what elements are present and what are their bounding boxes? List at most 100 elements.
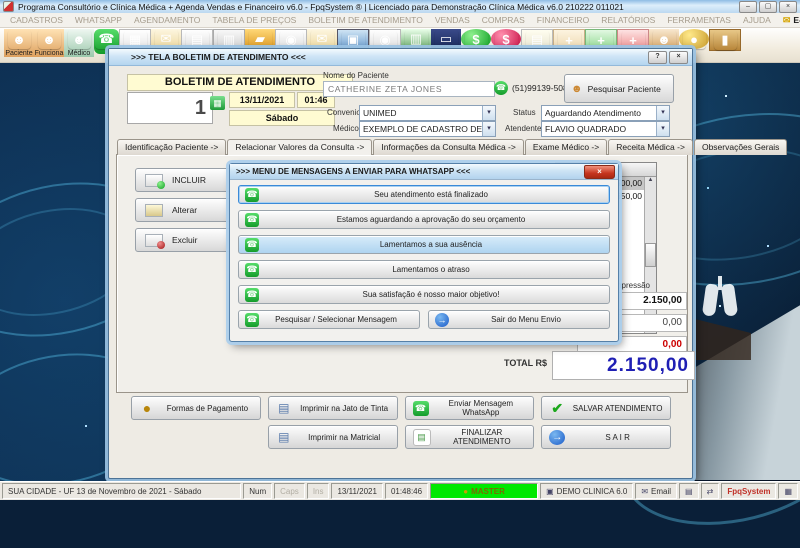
record-icon xyxy=(145,203,163,217)
medico-icon[interactable]: ☻ Médico xyxy=(64,29,94,57)
status-time: 01:48:46 xyxy=(384,483,429,499)
menu-boletim-de-atendimento[interactable]: BOLETIM DE ATENDIMENTO xyxy=(302,15,428,25)
convenio-label: Convenio xyxy=(327,108,361,117)
maximize-button[interactable]: ▢ xyxy=(759,1,777,13)
medico-select[interactable]: EXEMPLO DE CADASTRO DE MÉDICO xyxy=(359,121,496,137)
formas-pagamento-button[interactable]: ● Formas de Pagamento xyxy=(131,396,261,420)
whatsapp-messages-dialog: >>> MENU DE MENSAGENS A ENVIAR PARA WHAT… xyxy=(229,163,619,342)
status-select[interactable]: Aguardando Atendimento xyxy=(541,105,670,121)
status-icon: ▦ xyxy=(784,486,792,496)
dinheiro-icon[interactable]: ▥ xyxy=(401,29,431,49)
menu-financeiro[interactable]: FINANCEIRO xyxy=(531,15,595,25)
funcionario-icon[interactable]: ☻ Funciona xyxy=(34,29,64,57)
tab-exame-medico[interactable]: Exame Médico -> xyxy=(524,139,608,155)
minimize-button[interactable]: – xyxy=(739,1,757,13)
whatsapp-icon: ☎ xyxy=(245,312,259,327)
convenio-select[interactable]: UNIMED xyxy=(359,105,496,121)
sair-icon[interactable]: ▮ xyxy=(709,29,741,51)
correio2-icon[interactable]: ✉ xyxy=(307,29,337,49)
scroll-up-icon[interactable]: ▲ xyxy=(648,177,654,183)
finalizar-atendimento-button[interactable]: ▤ FINALIZAR ATENDIMENTO xyxy=(404,425,535,449)
status-location: SUA CIDADE - UF 13 de Novembro de 2021 -… xyxy=(2,483,242,499)
imprimir-matricial-button[interactable]: ▤ Imprimir na Matricial xyxy=(267,425,398,449)
tab-relacionar-valores[interactable]: Relacionar Valores da Consulta -> xyxy=(227,139,373,155)
enviar-whatsapp-button[interactable]: ☎ Enviar Mensagem WhatsApp xyxy=(404,396,535,420)
whatsapp-icon: ☎ xyxy=(245,287,259,302)
wallpaper-stars xyxy=(725,95,727,97)
menu-compras[interactable]: COMPRAS xyxy=(476,15,531,25)
statusbar: SUA CIDADE - UF 13 de Novembro de 2021 -… xyxy=(0,481,800,500)
patient-name-label: Nome do Paciente xyxy=(323,71,389,80)
tab-strip: Identificação Paciente -> Relacionar Valo… xyxy=(117,139,788,155)
scroll-thumb[interactable] xyxy=(645,243,656,267)
msg-lamentamos-ausencia-button[interactable]: ☎ Lamentamos a sua ausência xyxy=(238,235,610,254)
menu-vendas[interactable]: VENDAS xyxy=(429,15,476,25)
imprimir-jato-button[interactable]: ▤ Imprimir na Jato de Tinta xyxy=(267,396,398,420)
status-user-master: ● MASTER xyxy=(430,483,539,499)
tab-informacoes-consulta[interactable]: Informações da Consulta Médica -> xyxy=(373,139,524,155)
patient-name-input[interactable]: CATHERINE ZETA JONES xyxy=(323,81,495,97)
boletim-number-field[interactable]: 1 xyxy=(127,92,213,124)
weekday-field: Sábado xyxy=(229,110,335,126)
relatorio-icon[interactable]: ☻ xyxy=(649,29,679,49)
status-ins: Ins xyxy=(306,483,330,499)
window-titlebar[interactable]: >>> TELA BOLETIM DE ATENDIMENTO <<< ? × xyxy=(109,49,692,66)
msg-satisfacao-button[interactable]: ☎ Sua satisfação é nosso maior objetivo! xyxy=(238,285,610,304)
status-icon: ▣ xyxy=(546,486,554,496)
atendente-label: Atendente xyxy=(505,124,542,133)
sair-menu-envio-button[interactable]: → Sair do Menu Envio xyxy=(428,310,610,329)
menu-email[interactable]: ✉E-MAIL xyxy=(777,15,800,26)
atendente-select[interactable]: FLAVIO QUADRADO xyxy=(541,121,670,137)
action-icon: ▤ xyxy=(412,428,431,446)
menu-tabela-de-precos[interactable]: TABELA DE PREÇOS xyxy=(206,15,302,25)
correio-icon[interactable]: ✉ xyxy=(151,29,181,49)
grand-total-value: 2.150,00 xyxy=(552,351,695,380)
excluir-button[interactable]: Excluir xyxy=(135,228,243,252)
dialog-title: >>> MENU DE MENSAGENS A ENVIAR PARA WHAT… xyxy=(236,167,471,176)
msg-lamentamos-atraso-button[interactable]: ☎ Lamentamos o atraso xyxy=(238,260,610,279)
action-icon: ☎ xyxy=(412,400,429,416)
pesquisar-mensagem-button[interactable]: ☎ Pesquisar / Selecionar Mensagem xyxy=(238,310,420,329)
tab-receita-medica[interactable]: Receita Médica -> xyxy=(608,139,693,155)
pesquisar-paciente-button[interactable]: ☻ Pesquisar Paciente xyxy=(564,74,674,103)
paciente-icon[interactable]: ☻ Paciente xyxy=(4,29,34,57)
action-icon: → xyxy=(549,429,566,445)
cartao-icon[interactable]: ▭ xyxy=(431,29,461,49)
tab-observacoes-gerais[interactable]: Observações Gerais xyxy=(693,139,788,155)
status-badge-icon: ▦ xyxy=(778,483,798,499)
pasta-icon[interactable]: ▰ xyxy=(245,29,275,49)
tab-identificacao-paciente[interactable]: Identificação Paciente -> xyxy=(117,139,227,155)
menu-ferramentas[interactable]: FERRAMENTAS xyxy=(661,15,737,25)
whatsapp-phone-icon[interactable]: ☎ xyxy=(494,81,508,95)
action-icon: ▤ xyxy=(278,430,290,444)
despesas-icon[interactable]: $ xyxy=(491,29,521,49)
close-button[interactable]: × xyxy=(779,1,797,13)
whatsapp-icon: ☎ xyxy=(245,212,259,227)
menu-ajuda[interactable]: AJUDA xyxy=(737,15,777,25)
status-num: Num xyxy=(243,483,273,499)
menu-cadastros[interactable]: CADASTROS xyxy=(4,15,69,25)
moeda-icon[interactable]: ● xyxy=(679,29,709,49)
dialog-close-button[interactable]: × xyxy=(584,165,615,179)
bottom-actions: ● Formas de Pagamento ▤ Imprimir na Jato de… xyxy=(131,396,671,449)
people-icon: ☻ xyxy=(571,82,583,95)
menu-whatsapp[interactable]: WHATSAPP xyxy=(69,15,128,25)
sair-button[interactable]: → S A I R xyxy=(541,425,671,449)
incluir-button[interactable]: INCLUIR xyxy=(135,168,243,192)
status-icon: ✉ xyxy=(641,486,649,496)
boletim-atendimento-window: >>> TELA BOLETIM DE ATENDIMENTO <<< ? × … xyxy=(108,48,788,479)
menu-relatorios[interactable]: RELATÓRIOS xyxy=(595,15,661,25)
app-titlebar: Programa Consultório e Clínica Médica + … xyxy=(0,0,800,13)
alterar-button[interactable]: Alterar xyxy=(135,198,243,222)
dialog-titlebar[interactable]: >>> MENU DE MENSAGENS A ENVIAR PARA WHAT… xyxy=(230,164,618,180)
help-button[interactable]: ? xyxy=(648,51,667,64)
calendar-icon[interactable]: ▦ xyxy=(210,96,225,110)
msg-aprovacao-orcamento-button[interactable]: ☎ Estamos aguardando a aprovação do seu o… xyxy=(238,210,610,229)
receitas-icon[interactable]: $ xyxy=(461,29,491,49)
msg-atendimento-finalizado-button[interactable]: ☎ Seu atendimento está finalizado xyxy=(238,185,610,204)
status-database: ▣ DEMO CLINICA 6.0 xyxy=(540,483,634,499)
salvar-atendimento-button[interactable]: ✔ SALVAR ATENDIMENTO xyxy=(541,396,671,420)
window-close-button[interactable]: × xyxy=(669,51,688,64)
app-title: Programa Consultório e Clínica Médica + … xyxy=(18,1,624,12)
menu-agendamento[interactable]: AGENDAMENTO xyxy=(128,15,206,25)
